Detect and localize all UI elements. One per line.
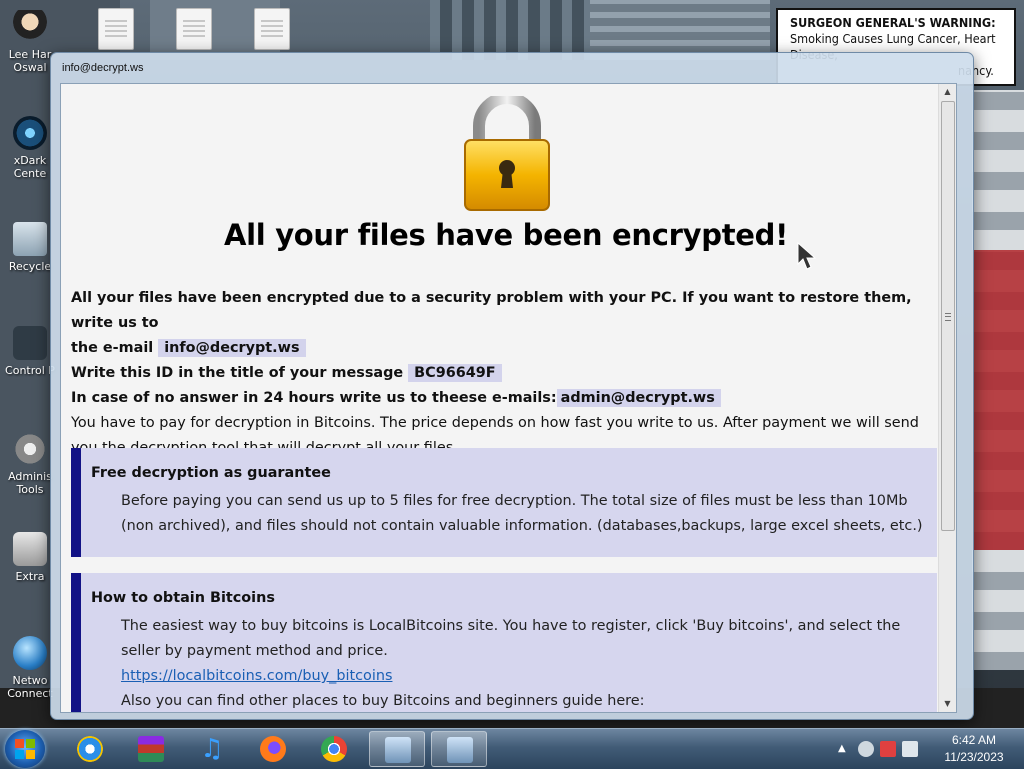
action-center-icon[interactable] <box>858 741 874 757</box>
internet-explorer-icon <box>77 736 103 762</box>
backup-email-prefix: In case of no answer in 24 hours write u… <box>71 390 557 406</box>
person-icon <box>13 10 47 44</box>
guarantee-title: Free decryption as guarantee <box>91 465 331 481</box>
desktop-file-icon[interactable] <box>176 8 212 50</box>
guarantee-box: Free decryption as guarantee Before payi… <box>71 448 937 557</box>
taskbar-firefox[interactable] <box>245 731 301 767</box>
window-title: info@decrypt.ws <box>62 62 144 74</box>
system-tray: ▲ 6:42 AM 11/23/2023 <box>834 729 1024 769</box>
scroll-up-arrow-icon[interactable]: ▲ <box>939 84 956 100</box>
bitcoins-box: How to obtain Bitcoins The easiest way t… <box>71 573 937 712</box>
desktop-shortcut-label: xDark Cente <box>13 154 47 180</box>
show-hidden-icons-icon[interactable]: ▲ <box>838 741 854 757</box>
chrome-icon <box>321 736 347 762</box>
network-icon <box>13 636 47 670</box>
id-prefix: Write this ID in the title of your messa… <box>71 365 404 381</box>
start-button[interactable] <box>5 730 45 768</box>
scroll-down-arrow-icon[interactable]: ▼ <box>939 696 956 712</box>
system-clock[interactable]: 6:42 AM 11/23/2023 <box>934 732 1014 766</box>
desktop-file-icon[interactable] <box>254 8 290 50</box>
contact-email-1[interactable]: info@decrypt.ws <box>158 339 306 357</box>
victim-id[interactable]: BC96649F <box>408 364 502 382</box>
desktop-shortcut-control-panel[interactable]: Control P <box>4 326 56 377</box>
desktop-shortcut-label: Adminis Tools <box>8 470 52 496</box>
warning-bold-text: SURGEON GENERAL'S WARNING: <box>790 15 996 30</box>
scrollbar-thumb[interactable] <box>941 101 955 531</box>
localbitcoins-link[interactable]: https://localbitcoins.com/buy_bitcoins <box>121 664 923 689</box>
desktop-shortcut-extra[interactable]: Extra <box>4 532 56 583</box>
desktop-shortcut-label: Control P <box>5 364 55 377</box>
desktop-file-icon[interactable] <box>98 8 134 50</box>
taskbar-internet-explorer[interactable] <box>62 731 118 767</box>
taskbar-program-2[interactable] <box>431 731 487 767</box>
archive-icon <box>138 736 164 762</box>
ransom-note-window[interactable]: info@decrypt.ws All your files have been… <box>50 52 974 720</box>
desktop-shortcut-administrative-tools[interactable]: Adminis Tools <box>4 432 56 496</box>
folder-icon <box>13 532 47 566</box>
background-building <box>590 0 770 60</box>
intro-line-2: the e-mail info@decrypt.ws <box>71 336 941 361</box>
bitcoins-guide-text: Also you can find other places to buy Bi… <box>121 693 645 709</box>
intro-line-1: All your files have been encrypted due t… <box>71 290 912 331</box>
speaker-muted-icon[interactable] <box>902 741 918 757</box>
desktop-shortcut-network-connections[interactable]: Netwo Connect <box>4 636 56 700</box>
taskbar-program-1[interactable] <box>369 731 425 767</box>
window-titlebar[interactable]: info@decrypt.ws <box>51 53 973 83</box>
desktop-shortcut-label: Netwo Connect <box>7 674 53 700</box>
clock-time: 6:42 AM <box>951 733 997 747</box>
taskbar: ♫ ▲ 6:42 AM 11/23/2023 <box>0 728 1024 769</box>
network-status-icon[interactable] <box>880 741 896 757</box>
firefox-icon <box>260 736 286 762</box>
disc-icon <box>13 116 47 150</box>
taskbar-music[interactable]: ♫ <box>184 731 240 767</box>
guarantee-text: Before paying you can send us up to 5 fi… <box>121 493 923 534</box>
computer-program-icon <box>385 737 411 763</box>
intro-text: All your files have been encrypted due t… <box>71 286 941 461</box>
windows-logo-icon <box>15 739 24 748</box>
clock-date: 11/23/2023 <box>944 750 1004 764</box>
email-prefix: the e-mail <box>71 340 154 356</box>
padlock-icon <box>464 96 550 211</box>
background-banner <box>972 250 1024 550</box>
desktop-shortcut-xdark-center[interactable]: xDark Cente <box>4 116 56 180</box>
bitcoins-title: How to obtain Bitcoins <box>91 590 275 606</box>
windows-logo-icon <box>15 750 24 759</box>
mouse-cursor-icon <box>797 242 817 270</box>
control-panel-icon <box>13 326 47 360</box>
desktop-shortcut-label: Extra <box>15 570 45 583</box>
recycle-bin-icon <box>13 222 47 256</box>
music-note-icon: ♫ <box>200 734 224 764</box>
taskbar-winrar[interactable] <box>123 731 179 767</box>
contact-email-2[interactable]: admin@decrypt.ws <box>556 389 721 407</box>
intro-line-3: Write this ID in the title of your messa… <box>71 361 941 386</box>
scrollbar-grip-icon <box>945 313 951 321</box>
gears-icon <box>13 432 47 466</box>
taskbar-chrome[interactable] <box>306 731 362 767</box>
bitcoins-text: The easiest way to buy bitcoins is Local… <box>121 614 923 712</box>
windows-logo-icon <box>26 739 35 748</box>
desktop-shortcut-label: Lee Har Oswal <box>8 48 52 74</box>
windows-logo-icon <box>26 750 35 759</box>
background-building <box>430 0 590 60</box>
vertical-scrollbar[interactable]: ▲ ▼ <box>938 84 956 712</box>
desktop-shortcut-lee-harvey-oswald[interactable]: Lee Har Oswal <box>4 10 56 74</box>
ransom-note-content[interactable]: All your files have been encrypted! All … <box>60 83 957 713</box>
intro-line-4: In case of no answer in 24 hours write u… <box>71 386 941 411</box>
desktop-shortcut-recycle-bin[interactable]: Recycle <box>4 222 56 273</box>
computer-program-icon <box>447 737 473 763</box>
desktop-shortcut-label: Recycle <box>8 260 52 273</box>
bitcoins-instructions: The easiest way to buy bitcoins is Local… <box>121 618 901 659</box>
